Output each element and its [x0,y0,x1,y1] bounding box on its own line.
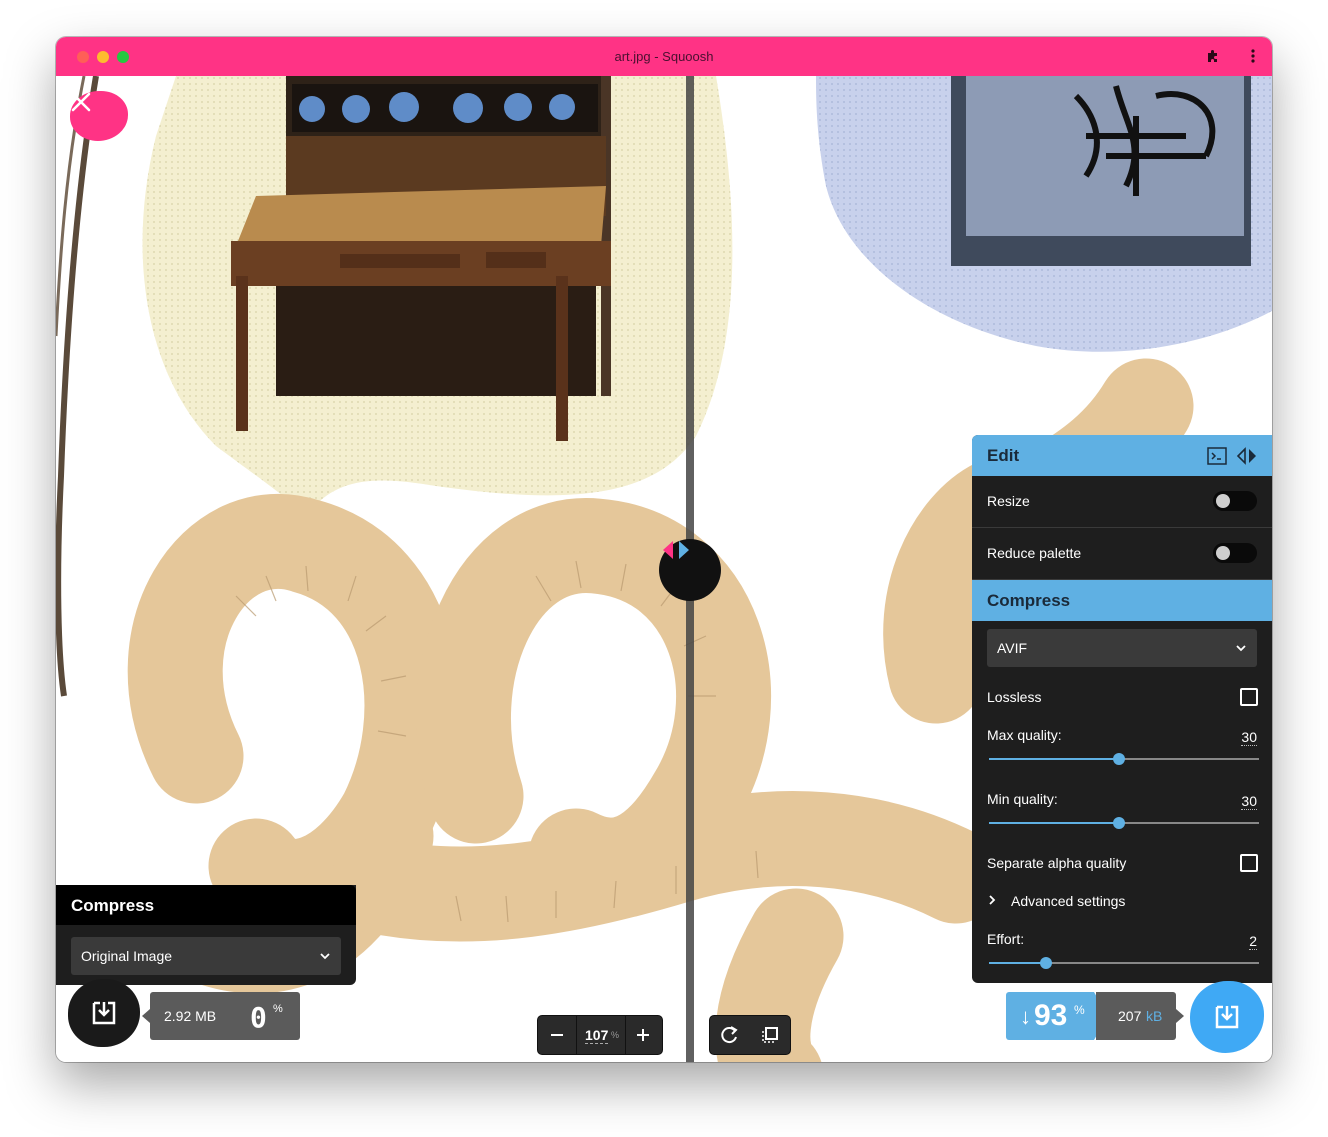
left-codec-value: Original Image [81,948,173,964]
chevron-down-icon [320,953,330,960]
min-quality-value[interactable]: 30 [1241,793,1257,810]
codec-value: AVIF [997,640,1028,656]
size-reduction-badge: ↓ 93 % [1006,992,1108,1040]
edit-title: Edit [987,446,1020,465]
compress-title: Compress [987,591,1071,610]
compress-header: Compress [972,580,1272,621]
advanced-settings-label: Advanced settings [1011,893,1126,909]
left-codec-select[interactable]: Original Image [71,937,341,975]
max-quality-label: Max quality: [987,727,1062,743]
advanced-settings-toggle[interactable]: Advanced settings [984,891,1184,913]
more-vert-icon[interactable] [1245,48,1261,64]
reduction-percent: 93 [1034,999,1068,1032]
close-icon [71,92,91,112]
zoom-unit: % [611,1030,620,1040]
min-quality-slider[interactable] [989,817,1259,829]
reduction-percent-unit: % [1074,1003,1085,1017]
download-icon [92,1001,116,1025]
left-percent-value: 0 [250,1001,267,1034]
background-toggle-button[interactable] [751,1016,789,1054]
compare-arrows-icon [663,541,689,559]
resize-label: Resize [987,493,1030,509]
lossless-label: Lossless [987,689,1042,705]
lossless-checkbox[interactable] [1240,688,1258,706]
reduce-palette-row: Reduce palette [972,528,1272,580]
max-quality-value[interactable]: 30 [1241,729,1257,746]
reduce-palette-toggle[interactable] [1213,543,1257,563]
title-bar: art.jpg - Squoosh [56,37,1272,76]
min-quality-thumb[interactable] [1112,817,1125,829]
puzzle-icon[interactable] [1205,48,1221,64]
left-size-info: 2.92 MB 0 % [142,992,300,1040]
zoom-in-icon [637,1029,649,1041]
zoom-out-icon [551,1034,563,1036]
right-file-size: 207 [1118,1008,1142,1024]
zoom-in-button[interactable] [624,1016,662,1054]
left-panel-title: Compress [56,885,356,925]
reduction-arrow: ↓ [1020,1004,1031,1029]
app-window: art.jpg - Squoosh Compress Original Imag… [56,37,1272,1062]
compare-handle[interactable] [659,539,721,601]
min-quality-label: Min quality: [987,791,1058,807]
resize-toggle[interactable] [1213,491,1257,511]
rotate-button[interactable] [711,1016,749,1054]
expand-arrows-icon[interactable] [1236,447,1258,465]
zoom-value: 107 [585,1027,609,1044]
left-file-size: 2.92 MB [164,1008,217,1024]
max-quality-thumb[interactable] [1112,753,1125,765]
view-controls [709,1015,791,1055]
rotate-icon [721,1026,738,1044]
chevron-right-icon [989,895,996,905]
reduce-palette-label: Reduce palette [987,545,1082,561]
edit-header: Edit [972,435,1272,476]
window-title: art.jpg - Squoosh [614,49,714,64]
zoom-controls: 107 % [537,1015,663,1055]
chevron-down-icon [1236,645,1246,652]
right-file-size-unit: kB [1146,1008,1163,1024]
download-icon [1215,1005,1239,1029]
separate-alpha-checkbox[interactable] [1240,854,1258,872]
resize-row: Resize [972,476,1272,528]
effort-label: Effort: [987,931,1025,947]
right-options-panel: Edit Resize Reduce palette Compress AVIF [972,435,1272,983]
effort-value[interactable]: 2 [1249,933,1257,950]
zoom-level[interactable]: 107 % [576,1016,626,1054]
max-quality-slider[interactable] [989,753,1259,765]
codec-select[interactable]: AVIF [987,629,1257,667]
background-toggle-icon [762,1027,778,1043]
terminal-icon[interactable] [1207,447,1227,465]
effort-thumb[interactable] [1039,957,1052,969]
left-percent-unit: % [273,1003,283,1015]
zoom-out-button[interactable] [538,1016,576,1054]
effort-slider[interactable] [989,957,1259,969]
right-size-info: 207 kB [1096,992,1184,1040]
separate-alpha-label: Separate alpha quality [987,855,1127,871]
left-download-button[interactable] [68,979,140,1047]
left-compress-panel: Compress Original Image [56,885,356,985]
